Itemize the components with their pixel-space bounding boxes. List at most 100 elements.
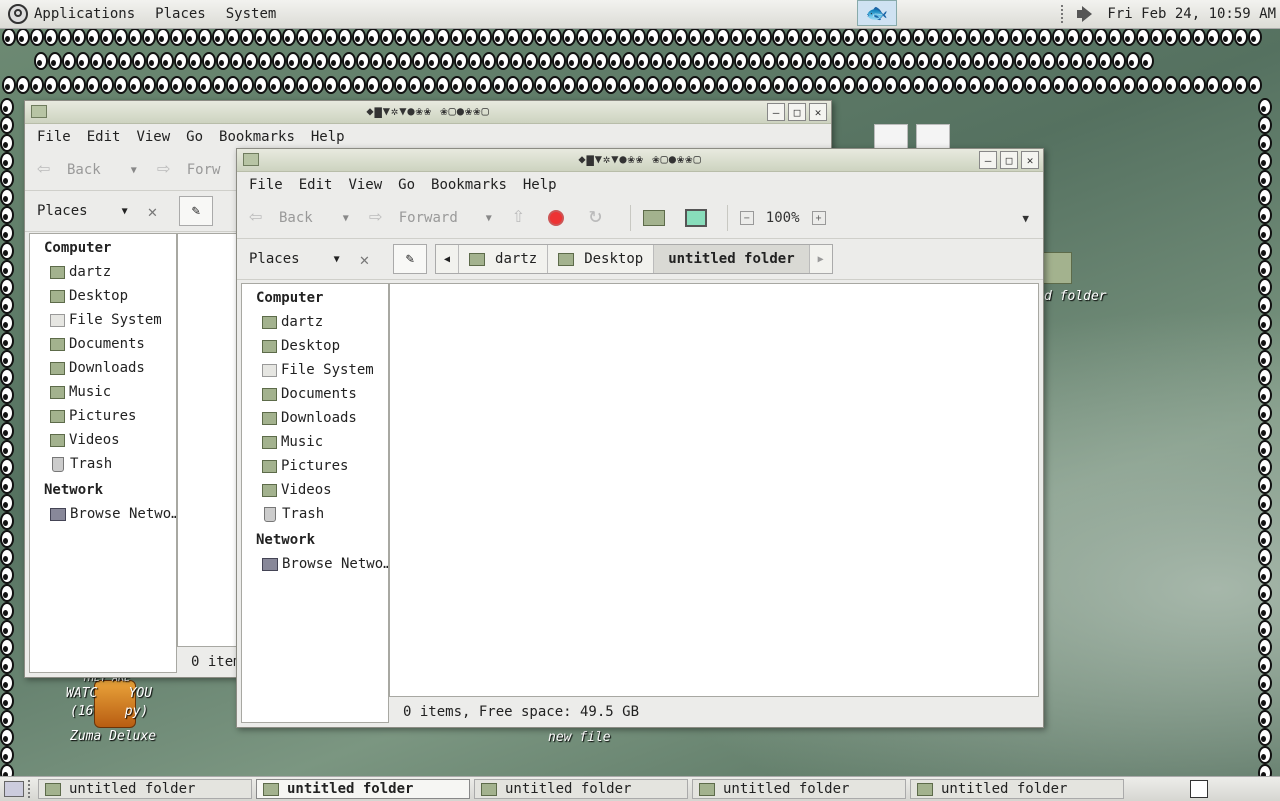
home-button[interactable] [642, 210, 673, 226]
breadcrumb-left-arrow[interactable]: ◀ [436, 245, 460, 273]
menu-view[interactable]: View [348, 177, 382, 193]
breadcrumb-untitled-folder[interactable]: untitled folder [654, 245, 810, 273]
xeyes-eye-icon [426, 52, 440, 70]
sidebar-item-music[interactable]: Music [242, 430, 388, 454]
minimize-button[interactable]: – [979, 151, 997, 169]
xeyes-eye-icon [790, 52, 804, 70]
sidebar-item-downloads[interactable]: Downloads [242, 406, 388, 430]
desktop-folder-label[interactable]: d folder [1044, 289, 1107, 304]
workspace-switcher[interactable] [1190, 780, 1208, 798]
back-button[interactable]: Back ▼ [37, 156, 137, 181]
menu-help[interactable]: Help [523, 177, 557, 193]
breadcrumb-dartz[interactable]: dartz [459, 245, 549, 273]
edit-location-button[interactable]: ✎ [393, 244, 427, 274]
close-sidebar-icon[interactable]: ✕ [148, 202, 158, 221]
sidebar-item-documents[interactable]: Documents [30, 332, 176, 356]
back-button[interactable]: Back ▼ [249, 204, 349, 229]
sidebar-item-videos[interactable]: Videos [242, 478, 388, 502]
menu-go[interactable]: Go [398, 177, 415, 193]
xeyes-eye-icon [842, 28, 856, 46]
xeyes-eye-icon [916, 52, 930, 70]
applications-menu[interactable]: Applications [34, 6, 135, 22]
forward-button[interactable]: Forw [157, 156, 221, 181]
sidebar-item-desktop[interactable]: Desktop [242, 334, 388, 358]
menu-bookmarks[interactable]: Bookmarks [431, 177, 507, 193]
xeyes-eye-icon [898, 28, 912, 46]
up-button[interactable] [510, 203, 540, 229]
window-titlebar[interactable]: ◆▆▼✲▼●❀❀ ❀▢●❀❀▢ – □ ✕ [237, 149, 1043, 172]
close-button[interactable]: ✕ [809, 103, 827, 121]
computer-button[interactable] [684, 209, 715, 227]
sidebar-item-documents[interactable]: Documents [242, 382, 388, 406]
distro-logo-icon[interactable] [8, 4, 28, 24]
menu-go[interactable]: Go [186, 129, 203, 145]
menu-edit[interactable]: Edit [87, 129, 121, 145]
xeyes-eye-icon [1098, 52, 1112, 70]
sidebar-item-pictures[interactable]: Pictures [30, 404, 176, 428]
places-menu[interactable]: Places [155, 6, 206, 22]
fish-applet-icon[interactable]: 🐟 [857, 0, 897, 26]
zuma-deluxe-label[interactable]: Zuma Deluxe [70, 729, 156, 744]
xeyes-eye-icon [524, 52, 538, 70]
edit-location-button[interactable]: ✎ [179, 196, 213, 226]
forward-button[interactable]: Forward ▼ [369, 204, 492, 229]
new-file-label[interactable]: new file [548, 730, 611, 745]
clock[interactable]: Fri Feb 24, 10:59 AM [1107, 6, 1276, 22]
chevron-down-icon[interactable]: ▼ [486, 213, 492, 224]
desktop-folder-icon[interactable] [1040, 252, 1072, 284]
breadcrumb-right-arrow[interactable]: ▶ [810, 245, 832, 273]
xeyes-eye-icon [562, 28, 576, 46]
chevron-down-icon[interactable]: ▼ [122, 206, 128, 217]
sidebar-item-desktop[interactable]: Desktop [30, 284, 176, 308]
sidebar-item-dartz[interactable]: dartz [242, 310, 388, 334]
zoom-in-button[interactable]: + [811, 211, 826, 225]
menu-help[interactable]: Help [311, 129, 345, 145]
sidebar-item-pictures[interactable]: Pictures [242, 454, 388, 478]
system-menu[interactable]: System [226, 6, 277, 22]
sidebar-item-trash[interactable]: Trash [242, 502, 388, 526]
close-button[interactable]: ✕ [1021, 151, 1039, 169]
taskbar-item[interactable]: untitled folder [910, 779, 1124, 799]
sidebar-item-music[interactable]: Music [30, 380, 176, 404]
file-view[interactable] [389, 283, 1039, 697]
menu-edit[interactable]: Edit [299, 177, 333, 193]
xeyes-eye-icon [1122, 28, 1136, 46]
show-desktop-button[interactable] [4, 781, 24, 797]
sidebar-item-file-system[interactable]: File System [242, 358, 388, 382]
xeyes-eye-icon [0, 494, 14, 512]
minimize-button[interactable]: – [767, 103, 785, 121]
menu-file[interactable]: File [249, 177, 283, 193]
breadcrumb-desktop[interactable]: Desktop [548, 245, 655, 273]
taskbar-item[interactable]: untitled folder [474, 779, 688, 799]
sidebar-item-dartz[interactable]: dartz [30, 260, 176, 284]
xeyes-eye-icon [958, 52, 972, 70]
taskbar-item-active[interactable]: untitled folder [256, 779, 470, 799]
maximize-button[interactable]: □ [1000, 151, 1018, 169]
sidebar-item-videos[interactable]: Videos [30, 428, 176, 452]
chevron-down-icon[interactable]: ▼ [343, 213, 349, 224]
menu-file[interactable]: File [37, 129, 71, 145]
sidebar-item-trash[interactable]: Trash [30, 452, 176, 476]
xeyes-eye-icon [282, 28, 296, 46]
sidebar-item-file-system[interactable]: File System [30, 308, 176, 332]
chevron-down-icon[interactable]: ▼ [334, 254, 340, 265]
stop-button[interactable] [547, 210, 572, 226]
toolbar-overflow-icon[interactable]: ▼ [1022, 212, 1029, 225]
chevron-down-icon[interactable]: ▼ [131, 165, 137, 176]
xeyes-eye-icon [226, 28, 240, 46]
reload-button[interactable] [588, 203, 618, 229]
sidebar-item-browse-network[interactable]: Browse Netwo… [30, 502, 176, 526]
sidebar-item-downloads[interactable]: Downloads [30, 356, 176, 380]
volume-icon[interactable] [1075, 5, 1099, 23]
zoom-out-button[interactable]: − [739, 211, 754, 225]
places-selector[interactable]: Places ▼ ✕ [25, 202, 175, 221]
maximize-button[interactable]: □ [788, 103, 806, 121]
menu-bookmarks[interactable]: Bookmarks [219, 129, 295, 145]
window-titlebar[interactable]: ◆▆▼✲▼●❀❀ ❀▢●❀❀▢ – □ ✕ [25, 101, 831, 124]
taskbar-item[interactable]: untitled folder [38, 779, 252, 799]
sidebar-item-browse-network[interactable]: Browse Netwo… [242, 552, 388, 576]
menu-view[interactable]: View [136, 129, 170, 145]
taskbar-item[interactable]: untitled folder [692, 779, 906, 799]
close-sidebar-icon[interactable]: ✕ [360, 250, 370, 269]
places-selector[interactable]: Places ▼ ✕ [237, 250, 389, 269]
